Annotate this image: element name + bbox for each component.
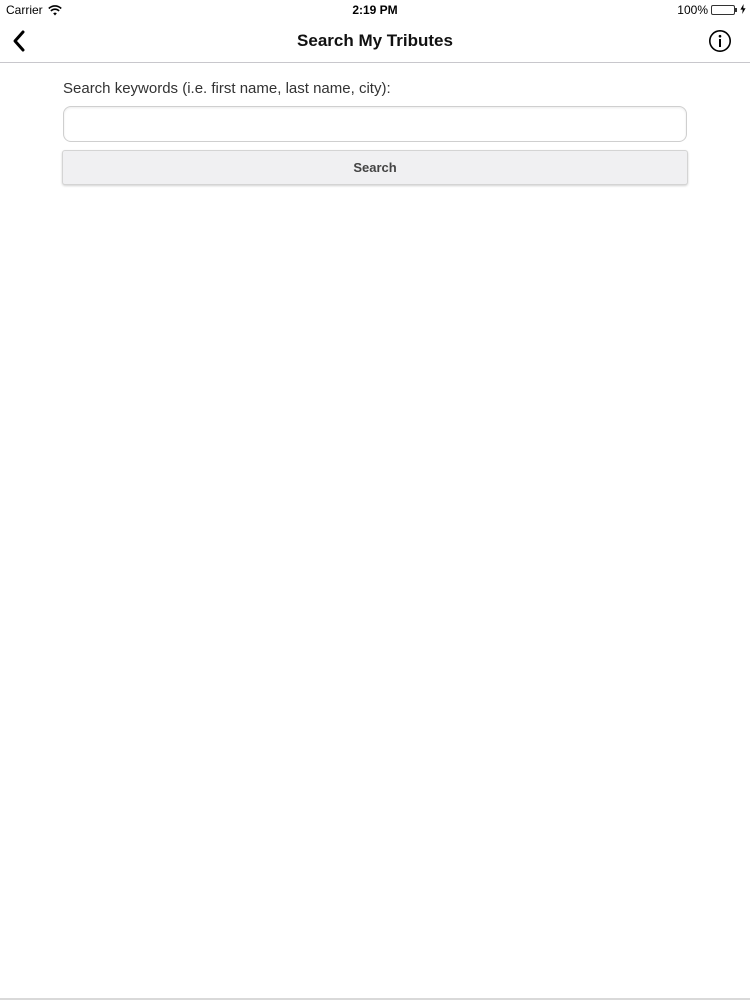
search-button[interactable]: Search xyxy=(62,150,688,185)
search-label: Search keywords (i.e. first name, last n… xyxy=(63,80,391,97)
page-title: Search My Tributes xyxy=(297,31,453,50)
search-input[interactable] xyxy=(63,106,687,142)
battery-nub xyxy=(735,8,737,12)
battery-percent: 100% xyxy=(677,3,708,17)
status-time: 2:19 PM xyxy=(352,3,398,17)
info-button[interactable] xyxy=(708,29,732,53)
navigation-bar: Search My Tributes xyxy=(0,20,750,63)
battery-icon xyxy=(711,5,735,15)
charging-bolt-icon xyxy=(740,3,746,17)
battery-group: 100% xyxy=(677,3,746,17)
info-circle-icon xyxy=(709,30,731,52)
status-bar: Carrier 2:19 PM 100% xyxy=(0,0,750,20)
